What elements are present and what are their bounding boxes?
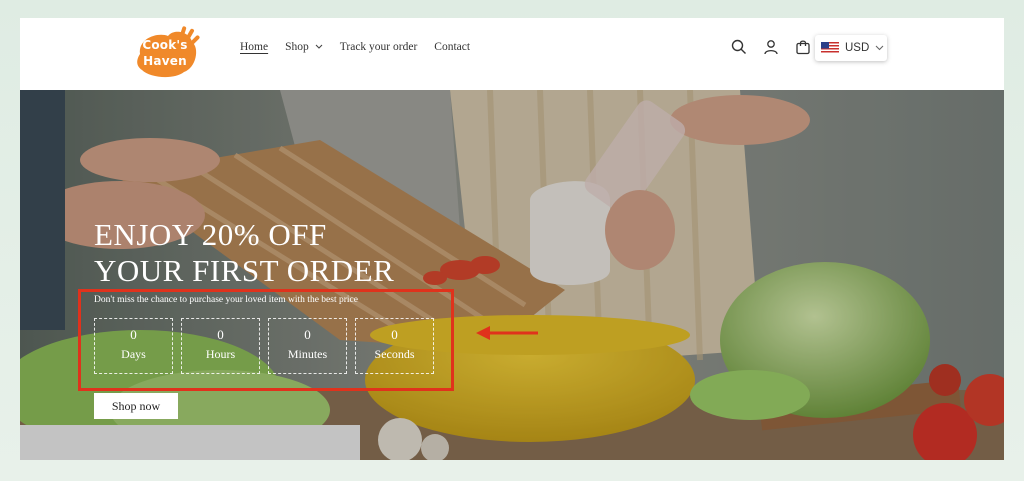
hero-title-line1: ENJOY 20% OFF [94,217,327,252]
annotation-arrow-icon [476,326,538,340]
annotation-highlight-box [78,289,454,391]
hero-banner: ENJOY 20% OFF YOUR FIRST ORDER Don't mis… [20,90,1004,460]
hero-title-line2: YOUR FIRST ORDER [94,253,395,288]
nav-shop[interactable]: Shop [285,41,323,53]
logo-icon [137,26,200,78]
nav-track-order-label: Track your order [339,41,418,53]
main-nav: Home Shop Track your order Contact [240,41,487,53]
logo-text-line2: Haven [143,54,187,68]
shop-now-button[interactable]: Shop now [94,393,178,419]
nav-home[interactable]: Home [240,41,268,53]
nav-home-label: Home [240,41,269,53]
nav-contact-label: Contact [434,41,471,53]
cart-icon[interactable] [794,38,812,56]
site-header: Cook's Haven Home Shop Track your order … [20,18,1004,90]
currency-label: USD [845,42,870,54]
nav-contact[interactable]: Contact [434,41,470,53]
logo[interactable]: Cook's Haven [134,24,206,82]
account-icon[interactable] [762,38,780,56]
nav-shop-label: Shop [285,41,309,53]
currency-selector[interactable]: USD [815,35,887,61]
chevron-down-icon [315,43,323,52]
search-icon[interactable] [730,38,748,56]
chevron-down-icon [875,42,884,54]
us-flag-icon [821,42,839,54]
hero-title: ENJOY 20% OFF YOUR FIRST ORDER [94,217,394,289]
header-icons [730,38,812,56]
logo-text-line1: Cook's [142,38,188,52]
nav-track-order[interactable]: Track your order [340,41,418,53]
page-frame: Cook's Haven Home Shop Track your order … [20,18,1004,460]
